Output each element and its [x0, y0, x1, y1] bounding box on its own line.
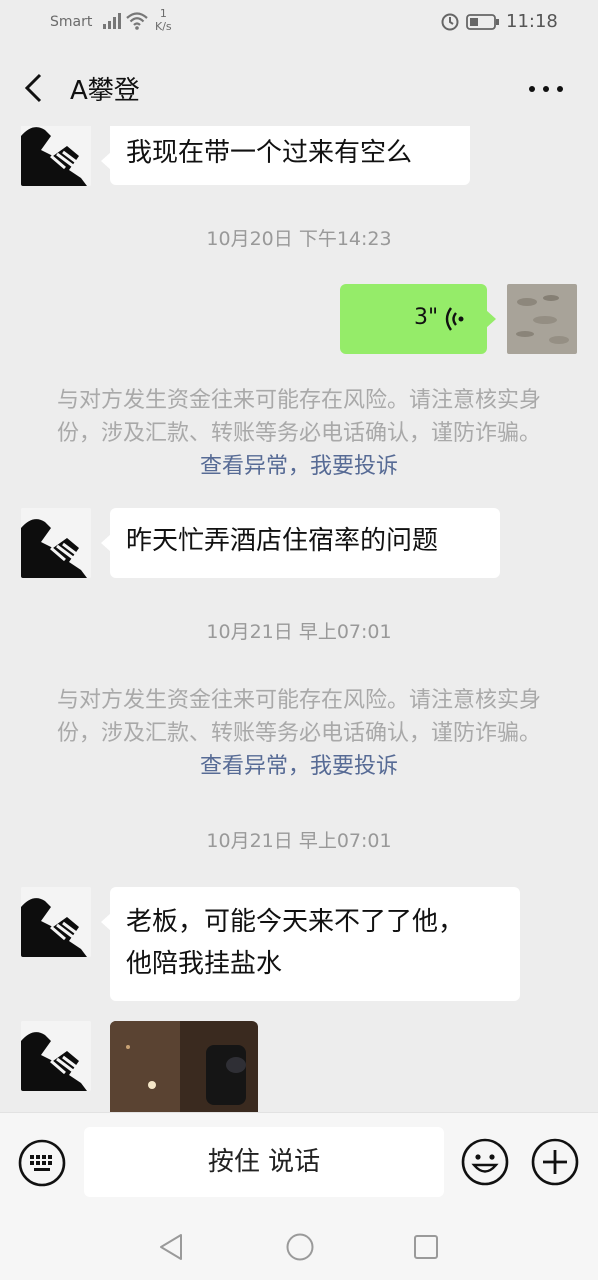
- chevron-left-icon[interactable]: [20, 72, 50, 104]
- message-text: 昨天忙弄酒店住宿率的问题: [126, 526, 439, 556]
- photo-thumbnail: [110, 1021, 258, 1112]
- image-message[interactable]: [110, 1021, 258, 1112]
- message-text: 我现在带一个过来有空么: [126, 138, 413, 168]
- keyboard-icon[interactable]: [18, 1139, 66, 1187]
- voice-wave-icon: [445, 307, 464, 331]
- plus-icon[interactable]: [531, 1138, 579, 1186]
- message-bubble[interactable]: 老板，可能今天来不了了他， 他陪我挂盐水: [101, 887, 520, 1001]
- timestamp: 10月21日 早上07:01: [206, 621, 392, 643]
- warning-text: 与对方发生资金往来可能存在风险。请注意核实身份，涉及汇款、转账等务必电话确认，谨…: [56, 388, 541, 446]
- nav-home-icon[interactable]: [285, 1232, 315, 1262]
- contact-avatar[interactable]: [21, 1021, 91, 1091]
- avatar-image: [21, 887, 91, 957]
- network-speed-unit: K/s: [155, 20, 172, 33]
- alarm-icon: [441, 13, 459, 31]
- carrier-label: Smart: [50, 14, 93, 30]
- chat-header: A攀登: [0, 50, 598, 126]
- avatar-image: [21, 1021, 91, 1091]
- nav-back-icon[interactable]: [157, 1232, 185, 1262]
- avatar-image: [21, 126, 91, 186]
- voice-duration: 3": [414, 305, 439, 330]
- input-bar: 按住 说话: [0, 1112, 598, 1217]
- avatar-image: [21, 508, 91, 578]
- hold-to-talk-button[interactable]: 按住 说话: [84, 1127, 444, 1197]
- network-speed: 1 K/s: [155, 7, 172, 33]
- message-list[interactable]: 我现在带一个过来有空么 10月20日 下午14:23 3" 与对方发生资金往来可…: [0, 126, 598, 1112]
- message-bubble[interactable]: 昨天忙弄酒店住宿率的问题: [101, 508, 500, 578]
- fraud-warning: 与对方发生资金往来可能存在风险。请注意核实身份，涉及汇款、转账等务必电话确认，谨…: [56, 684, 542, 783]
- system-nav-bar: [0, 1216, 598, 1280]
- my-avatar[interactable]: [507, 284, 577, 354]
- battery-icon: [466, 14, 499, 30]
- warning-separator: ，: [287, 454, 310, 479]
- clock: 11:18: [506, 11, 558, 32]
- timestamp: 10月20日 下午14:23: [206, 228, 392, 250]
- contact-avatar[interactable]: [21, 126, 91, 186]
- message-bubble[interactable]: 我现在带一个过来有空么: [101, 126, 470, 185]
- timestamp: 10月21日 早上07:01: [206, 830, 392, 852]
- network-speed-value: 1: [159, 7, 167, 20]
- report-link[interactable]: 我要投诉: [310, 454, 398, 479]
- signal-icon: [103, 13, 121, 29]
- message-text-line: 老板，可能今天来不了了他，: [126, 907, 465, 937]
- contact-avatar[interactable]: [21, 887, 91, 957]
- chat-title: A攀登: [70, 76, 140, 106]
- message-text-line: 他陪我挂盐水: [126, 949, 283, 979]
- view-abnormal-link[interactable]: 查看异常: [200, 454, 288, 479]
- nav-recent-icon[interactable]: [413, 1234, 439, 1260]
- contact-avatar[interactable]: [21, 508, 91, 578]
- voice-message-bubble[interactable]: 3": [340, 284, 496, 354]
- warning-text: 与对方发生资金往来可能存在风险。请注意核实身份，涉及汇款、转账等务必电话确认，谨…: [56, 688, 541, 746]
- more-dots-icon[interactable]: [528, 84, 564, 94]
- warning-separator: ，: [287, 754, 310, 779]
- emoji-icon[interactable]: [461, 1138, 509, 1186]
- fraud-warning: 与对方发生资金往来可能存在风险。请注意核实身份，涉及汇款、转账等务必电话确认，谨…: [56, 384, 542, 483]
- wifi-icon: [126, 12, 148, 30]
- view-abnormal-link[interactable]: 查看异常: [200, 754, 288, 779]
- report-link[interactable]: 我要投诉: [310, 754, 398, 779]
- status-bar: Smart 1 K/s 11:18: [0, 0, 598, 46]
- avatar-image: [507, 284, 577, 354]
